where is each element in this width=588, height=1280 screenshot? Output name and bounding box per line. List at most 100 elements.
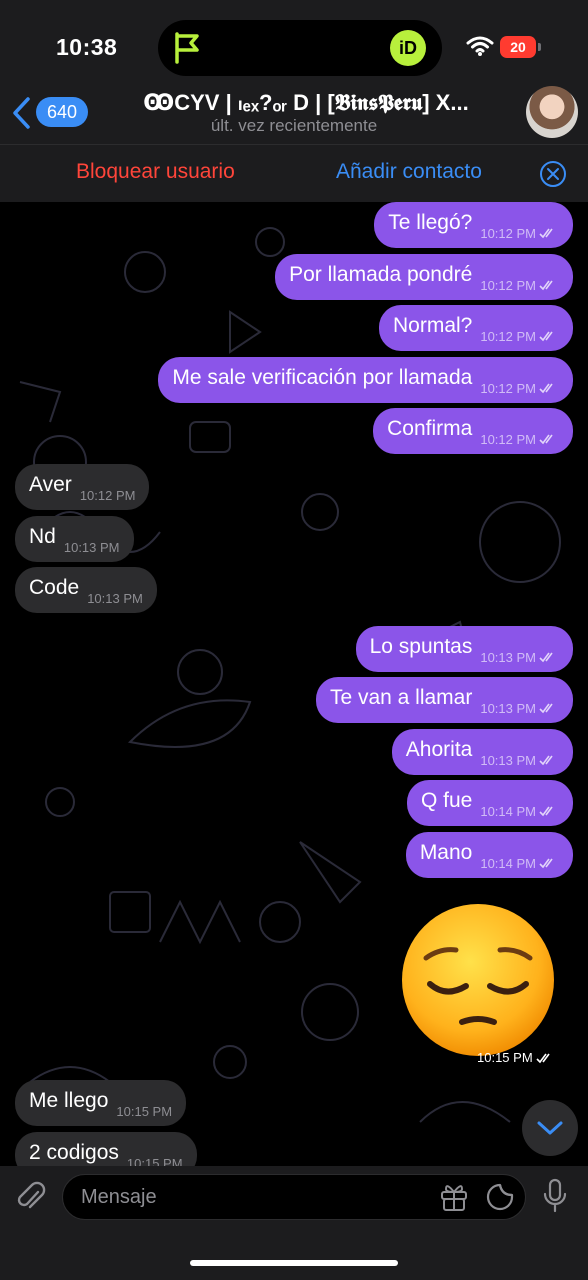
message-text: Ahorita [405,738,473,761]
chat-header: 640 ꙬCYV | ₗₑₓ?ₒᵣ D | [𝕭𝖎𝖓𝖘𝕻𝖊𝖗𝖚] X... úl… [0,86,588,144]
message-text: Me llego [29,1089,109,1112]
message-time: 10:12 PM [480,225,536,241]
message-text: Nd [29,525,56,548]
message-meta: 10:13 PM [480,701,559,716]
message-time: 10:13 PM [480,649,536,665]
message-text: Q fue [420,789,473,812]
message-meta: 10:15 PM [116,1104,172,1119]
double-check-icon [539,434,553,445]
message-meta: 10:14 PM [480,804,559,819]
message-time: 10:13 PM [480,752,536,768]
outgoing-message[interactable]: Por llamada pondré 10:12 PM [275,254,573,300]
message-text: Lo spuntas [369,635,473,658]
status-bar: 10:38 iD 20 [0,0,588,90]
message-text: Confirma [387,417,473,440]
message-text: Te llegó? [388,211,473,234]
message-meta: 10:12 PM [80,488,136,503]
message-meta: 10:13 PM [480,753,559,768]
double-check-icon [539,755,553,766]
message-placeholder: Mensaje [81,1186,157,1208]
outgoing-message[interactable]: Ahorita 10:13 PM [391,729,573,775]
message-text: Por llamada pondré [289,263,473,286]
message-text: Normal? [392,314,473,337]
double-check-icon [539,652,553,663]
flag-icon [175,32,199,64]
double-check-icon [539,228,553,239]
message-time: 10:12 PM [480,380,536,396]
outgoing-message[interactable]: Te van a llamar 10:13 PM [315,677,573,723]
microphone-icon[interactable] [542,1178,568,1214]
gift-icon[interactable] [439,1182,469,1212]
message-meta: 10:13 PM [87,591,143,606]
message-meta: 10:12 PM [480,381,559,396]
emoji-timestamp: 10:15 PM [477,1050,556,1065]
battery-cap [538,43,541,51]
battery-indicator: 20 [500,36,536,58]
message-text: Te van a llamar [329,686,473,709]
dynamic-island: iD [158,20,442,76]
chevron-left-icon[interactable] [10,96,34,130]
message-meta: 10:13 PM [64,540,120,555]
contact-action-bar: Bloquear usuario Añadir contacto [0,144,588,202]
message-text: Code [29,576,80,599]
wifi-icon [466,36,494,56]
message-text: Mano [419,841,473,864]
message-meta: 10:12 PM [480,329,559,344]
message-meta: 10:12 PM [480,226,559,241]
chat-subtitle: últ. vez recientemente [210,116,378,135]
outgoing-message[interactable]: Confirma 10:12 PM [373,408,573,454]
message-input[interactable]: Mensaje [62,1174,526,1220]
outgoing-message[interactable]: Normal? 10:12 PM [378,305,573,351]
message-time: 10:13 PM [63,539,120,555]
message-time: 10:12 PM [480,328,536,344]
message-time: 10:12 PM [79,487,136,503]
incoming-message[interactable]: 2 codigos 10:15 PM [15,1132,197,1166]
message-time: 10:14 PM [480,855,536,871]
pensive-face-emoji[interactable] [400,902,556,1058]
incoming-message[interactable]: Nd 10:13 PM [15,516,134,562]
close-icon[interactable] [539,160,567,188]
home-indicator [190,1260,398,1266]
double-check-icon [536,1053,550,1063]
message-time: 10:12 PM [480,277,536,293]
message-time: 10:13 PM [480,700,536,716]
message-meta: 10:12 PM [480,278,559,293]
message-text: Aver [29,473,72,496]
incoming-message[interactable]: Me llego 10:15 PM [15,1080,187,1126]
double-check-icon [539,858,553,869]
message-time: 10:14 PM [480,803,536,819]
chat-title[interactable]: ꙬCYV | ₗₑₓ?ₒᵣ D | [𝕭𝖎𝖓𝖘𝕻𝖊𝖗𝖚] X... [100,90,512,116]
status-time: 10:38 [56,34,118,60]
paperclip-icon[interactable] [16,1180,46,1214]
message-time: 10:15 PM [477,1050,533,1065]
outgoing-message[interactable]: Te llegó? 10:12 PM [374,202,573,248]
sticker-icon[interactable] [485,1182,515,1212]
add-contact-button[interactable]: Añadir contacto [336,160,482,184]
message-list[interactable]: Te llegó? 10:12 PM Por llamada pondré 10:12… [0,202,588,1166]
double-check-icon [539,383,553,394]
composer-bar: Mensaje [0,1166,588,1280]
message-text: Me sale verificación por llamada [172,366,473,389]
incoming-message[interactable]: Aver 10:12 PM [15,464,150,510]
scroll-to-bottom-button[interactable] [522,1100,578,1156]
message-meta: 10:15 PM [127,1156,183,1167]
double-check-icon [539,806,553,817]
outgoing-message[interactable]: Q fue 10:14 PM [406,780,573,826]
message-meta: 10:14 PM [480,856,559,871]
double-check-icon [539,703,553,714]
message-time: 10:15 PM [126,1155,183,1167]
chevron-down-icon [537,1121,563,1135]
battery-level: 20 [510,39,526,55]
message-time: 10:15 PM [116,1103,173,1119]
outgoing-message[interactable]: Mano 10:14 PM [405,832,573,878]
double-check-icon [539,280,553,291]
outgoing-message[interactable]: Me sale verificación por llamada 10:12 PM [158,357,573,403]
block-user-button[interactable]: Bloquear usuario [76,160,235,184]
island-app-icon: iD [390,30,426,66]
message-time: 10:13 PM [87,590,143,606]
message-text: 2 codigos [29,1141,119,1164]
back-unread-badge[interactable]: 640 [36,97,88,127]
incoming-message[interactable]: Code 10:13 PM [15,567,157,613]
avatar[interactable] [526,86,578,138]
outgoing-message[interactable]: Lo spuntas 10:13 PM [355,626,573,672]
